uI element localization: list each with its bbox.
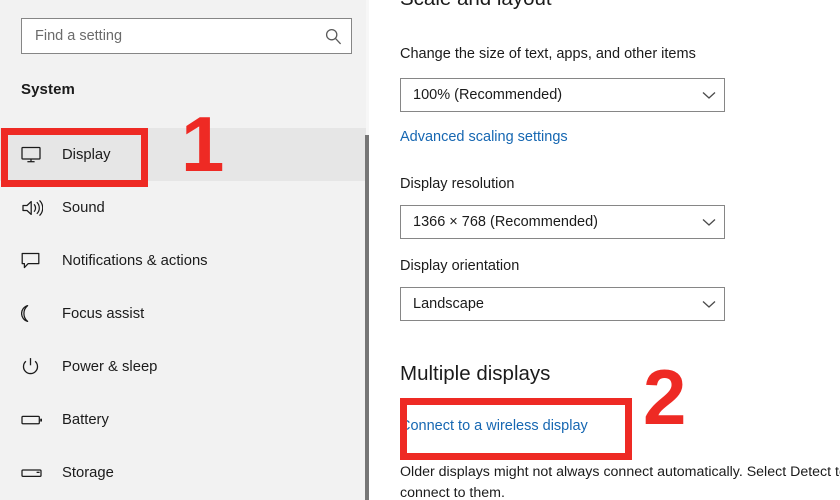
connect-wireless-display-link[interactable]: Connect to a wireless display xyxy=(400,418,588,434)
sidebar-item-label: Notifications & actions xyxy=(62,252,208,269)
speaker-icon xyxy=(21,199,51,217)
storage-disk-icon xyxy=(21,466,51,480)
search-icon[interactable] xyxy=(323,28,351,45)
resolution-dropdown[interactable]: 1366 × 768 (Recommended) xyxy=(400,205,725,239)
sidebar-item-label: Battery xyxy=(62,411,109,428)
chat-bubble-icon xyxy=(21,252,51,270)
power-icon xyxy=(21,357,51,376)
sidebar-item-label: Focus assist xyxy=(62,305,145,322)
resolution-dropdown-value: 1366 × 768 (Recommended) xyxy=(413,214,598,230)
scale-dropdown-value: 100% (Recommended) xyxy=(413,87,563,103)
resolution-field-label: Display resolution xyxy=(400,176,515,192)
moon-icon xyxy=(21,304,51,323)
monitor-icon xyxy=(21,146,51,163)
sidebar-item-storage[interactable]: Storage xyxy=(0,446,366,499)
main-panel-scrollbar[interactable] xyxy=(365,135,369,500)
sidebar-item-display[interactable]: Display xyxy=(0,128,366,181)
search-box[interactable] xyxy=(21,18,352,54)
multiple-displays-heading: Multiple displays xyxy=(400,362,551,385)
battery-icon xyxy=(21,413,51,427)
sidebar-section-title: System xyxy=(21,81,75,98)
scale-dropdown[interactable]: 100% (Recommended) xyxy=(400,78,725,112)
sidebar-item-power-sleep[interactable]: Power & sleep xyxy=(0,340,366,393)
chevron-down-icon[interactable] xyxy=(694,218,724,227)
sidebar-item-label: Display xyxy=(62,146,111,163)
orientation-field-label: Display orientation xyxy=(400,258,520,274)
chevron-down-icon[interactable] xyxy=(694,91,724,100)
multiple-displays-note: Older displays might not always connect … xyxy=(400,464,840,500)
advanced-scaling-settings-link[interactable]: Advanced scaling settings xyxy=(400,129,568,145)
main-panel: Scale and layout Change the size of text… xyxy=(370,0,840,500)
search-input[interactable] xyxy=(22,28,323,44)
orientation-dropdown[interactable]: Landscape xyxy=(400,287,725,321)
sidebar-item-label: Storage xyxy=(62,464,114,481)
chevron-down-icon[interactable] xyxy=(694,300,724,309)
sidebar: System Display xyxy=(0,0,366,500)
scale-field-label: Change the size of text, apps, and other… xyxy=(400,46,696,62)
sidebar-item-focus-assist[interactable]: Focus assist xyxy=(0,287,366,340)
orientation-dropdown-value: Landscape xyxy=(413,296,484,312)
settings-window: System Display xyxy=(0,0,840,500)
sidebar-item-label: Sound xyxy=(62,199,105,216)
sidebar-item-label: Power & sleep xyxy=(62,358,158,375)
sidebar-nav-list: Display Sound Notifications & actions Fo… xyxy=(0,128,366,499)
sidebar-item-sound[interactable]: Sound xyxy=(0,181,366,234)
sidebar-item-notifications[interactable]: Notifications & actions xyxy=(0,234,366,287)
scale-and-layout-heading: Scale and layout xyxy=(400,0,552,14)
panel-edge xyxy=(366,0,369,135)
sidebar-item-battery[interactable]: Battery xyxy=(0,393,366,446)
